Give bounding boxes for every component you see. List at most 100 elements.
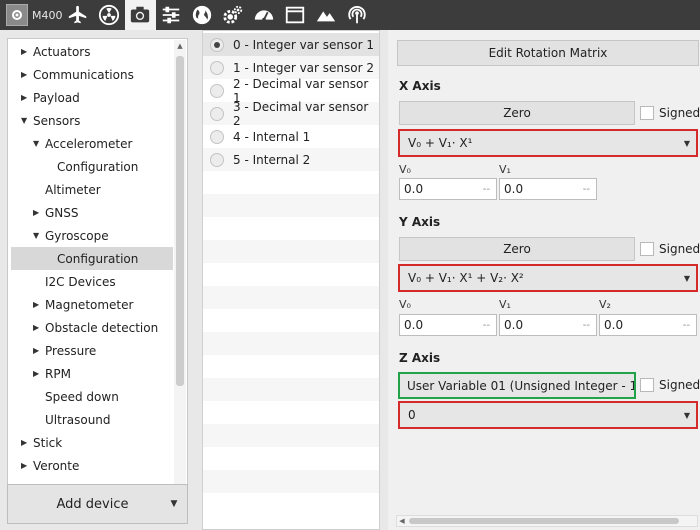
tree-item[interactable]: ▼ Accelerometer	[11, 132, 173, 155]
tree-item[interactable]: ▶ Stick	[11, 431, 173, 454]
z-signed-checkbox[interactable]: Signed	[640, 378, 700, 392]
config-hscrollbar[interactable]: ◀	[396, 515, 698, 527]
radio-button[interactable]	[210, 60, 224, 75]
expand-arrow-icon[interactable]: ▶	[21, 47, 31, 56]
expand-arrow-icon[interactable]: ▶	[21, 93, 31, 102]
expand-arrow-icon[interactable]: ▶	[33, 208, 43, 217]
tree-item[interactable]: I2C Devices	[11, 270, 173, 293]
gauge-icon[interactable]	[249, 0, 280, 30]
x-v1-input[interactable]: 0.0 --	[499, 178, 597, 200]
window-icon[interactable]	[280, 0, 311, 30]
splitter-right[interactable]	[380, 30, 388, 530]
y-v1-input[interactable]: 0.0 --	[499, 314, 597, 336]
x-v0-label: V₀	[399, 163, 411, 176]
splitter-left[interactable]	[195, 30, 202, 530]
empty-row	[203, 332, 379, 355]
radio-button[interactable]	[210, 129, 224, 144]
y-axis-title: Y Axis	[399, 215, 441, 229]
globe-icon[interactable]	[187, 0, 218, 30]
signal-icon[interactable]	[342, 0, 373, 30]
tree-item[interactable]: Altimeter	[11, 178, 173, 201]
tree-item[interactable]: ▼ Gyroscope	[11, 224, 173, 247]
tree-item[interactable]: ▶ Pressure	[11, 339, 173, 362]
variable-row[interactable]: 0 - Integer var sensor 1	[203, 33, 379, 56]
device-selector[interactable]: M400	[0, 0, 63, 30]
mountain-icon[interactable]	[311, 0, 342, 30]
tree-scrollbar[interactable]: ▲ ▼	[174, 40, 186, 506]
gears-icon[interactable]	[218, 0, 249, 30]
variable-row[interactable]: 3 - Decimal var sensor 2	[203, 99, 379, 128]
tree-item-label: Magnetometer	[45, 297, 134, 312]
expand-arrow-icon[interactable]: ▶	[21, 461, 31, 470]
tree-item[interactable]: ▶ Communications	[11, 63, 173, 86]
tree-item[interactable]: ▼ Sensors	[11, 109, 173, 132]
tree-item-label: Stick	[33, 435, 63, 450]
empty-row	[203, 171, 379, 194]
expand-arrow-icon[interactable]: ▶	[21, 70, 31, 79]
z-variable-select[interactable]: User Variable 01 (Unsigned Integer - 16 …	[398, 372, 636, 399]
tree-scroll-thumb[interactable]	[176, 56, 184, 386]
add-device-button[interactable]: Add device ▼	[7, 484, 188, 524]
z-axis-title: Z Axis	[399, 351, 441, 365]
expand-arrow-icon[interactable]: ▶	[33, 369, 43, 378]
tree-item[interactable]: ▶ Magnetometer	[11, 293, 173, 316]
expand-arrow-icon[interactable]: ▶	[33, 300, 43, 309]
y-zero-button[interactable]: Zero	[399, 237, 635, 261]
variable-label: 1 - Integer var sensor 2	[233, 60, 374, 75]
tree-item-label: Configuration	[57, 251, 139, 266]
x-v0-input[interactable]: 0.0 --	[399, 178, 497, 200]
y-v0-input[interactable]: 0.0 --	[399, 314, 497, 336]
camera-icon[interactable]	[124, 0, 156, 30]
tree-item-label: Accelerometer	[45, 136, 133, 151]
x-formula-select[interactable]: V₀ + V₁· X¹ ▼	[398, 129, 698, 157]
tree-item[interactable]: Configuration	[11, 247, 173, 270]
variable-row[interactable]: 4 - Internal 1	[203, 125, 379, 148]
variable-label: 0 - Integer var sensor 1	[233, 37, 374, 52]
tree-item[interactable]: ▶ Obstacle detection	[11, 316, 173, 339]
empty-row	[203, 493, 379, 516]
sliders-icon[interactable]	[156, 0, 187, 30]
y-formula-select[interactable]: V₀ + V₁· X¹ + V₂· X² ▼	[398, 264, 698, 292]
variable-row[interactable]: 5 - Internal 2	[203, 148, 379, 171]
tree-item[interactable]: ▶ GNSS	[11, 201, 173, 224]
variable-label: 3 - Decimal var sensor 2	[232, 99, 369, 128]
y-v2-input[interactable]: 0.0 --	[599, 314, 697, 336]
tree-item-label: Veronte	[33, 458, 80, 473]
tree-item[interactable]: ▶ Veronte	[11, 454, 173, 477]
collapse-arrow-icon[interactable]: ▼	[21, 116, 31, 125]
tree-item[interactable]: ▶ RPM	[11, 362, 173, 385]
x-zero-button[interactable]: Zero	[399, 101, 635, 125]
radio-button[interactable]	[210, 37, 224, 52]
collapse-arrow-icon[interactable]: ▼	[33, 231, 43, 240]
y-v0-label: V₀	[399, 298, 411, 311]
tree-item[interactable]: Speed down	[11, 385, 173, 408]
tree-item-label: GNSS	[45, 205, 79, 220]
x-v1-label: V₁	[499, 163, 511, 176]
expand-arrow-icon[interactable]: ▶	[21, 438, 31, 447]
radio-button[interactable]	[210, 106, 224, 121]
scroll-left-icon[interactable]: ◀	[397, 516, 407, 526]
device-tree: ▶ Actuators ▶ Communications ▶ Payload ▼ Sensor…	[7, 38, 188, 508]
tree-item[interactable]: Ultrasound	[11, 408, 173, 431]
chevron-down-icon[interactable]: ▼	[161, 499, 187, 509]
radio-button[interactable]	[210, 152, 224, 167]
x-signed-checkbox[interactable]: Signed	[640, 106, 700, 120]
y-signed-checkbox[interactable]: Signed	[640, 242, 700, 256]
expand-arrow-icon[interactable]: ▶	[33, 323, 43, 332]
z-formula-select[interactable]: 0 ▼	[398, 401, 698, 429]
plane-icon[interactable]	[63, 0, 94, 30]
tree-item[interactable]: ▶ Actuators	[11, 40, 173, 63]
scroll-up-icon[interactable]: ▲	[174, 40, 186, 52]
config-scroll-thumb[interactable]	[409, 518, 679, 524]
empty-row	[203, 286, 379, 309]
y-v1-label: V₁	[499, 298, 511, 311]
chevron-down-icon: ▼	[683, 410, 690, 420]
collapse-arrow-icon[interactable]: ▼	[33, 139, 43, 148]
tree-item[interactable]: ▶ Payload	[11, 86, 173, 109]
edit-rotation-matrix-button[interactable]: Edit Rotation Matrix	[397, 40, 699, 66]
empty-row	[203, 424, 379, 447]
radio-button[interactable]	[210, 83, 224, 98]
tree-item[interactable]: Configuration	[11, 155, 173, 178]
expand-arrow-icon[interactable]: ▶	[33, 346, 43, 355]
radiation-icon[interactable]	[94, 0, 125, 30]
